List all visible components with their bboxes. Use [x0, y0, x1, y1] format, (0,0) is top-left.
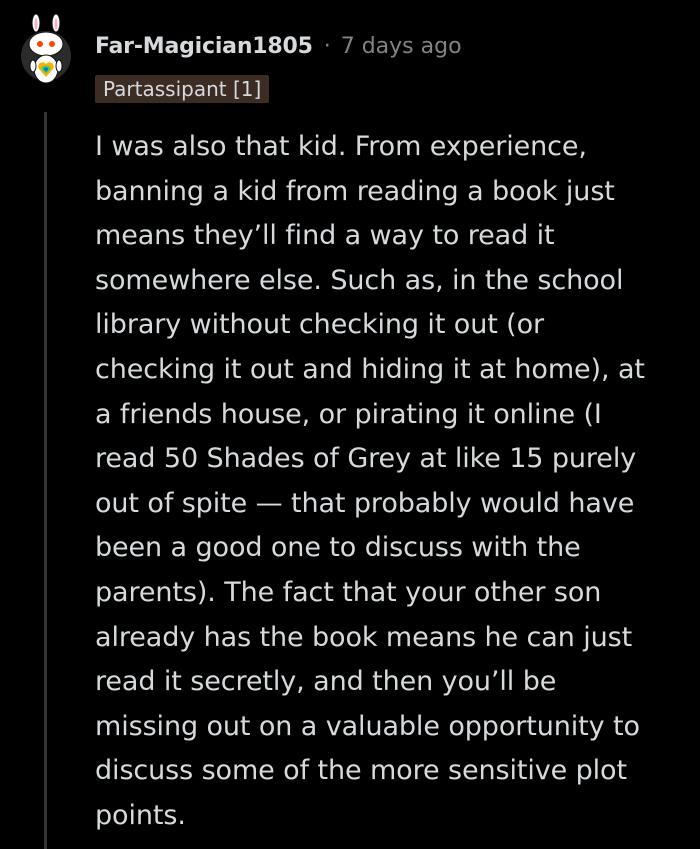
- comment: Far-Magician1805 · 7 days ago Partassipa…: [0, 0, 700, 849]
- comment-line: means they’ll find a way to read it: [95, 220, 555, 252]
- comment-line: already has the book means he can just: [95, 621, 633, 653]
- comment-line: parents). The fact that your other son: [95, 576, 602, 608]
- comment-body: I was also that kid. From experience, ba…: [95, 125, 693, 839]
- snoo-avatar-icon[interactable]: [20, 14, 72, 98]
- user-flair: Partassipant [1]: [95, 75, 270, 103]
- comment-line: a friends house, or pirating it online (…: [95, 398, 602, 430]
- username-link[interactable]: Far-Magician1805: [95, 34, 313, 59]
- comment-meta: Far-Magician1805 · 7 days ago: [95, 30, 462, 62]
- thread-line[interactable]: [44, 112, 47, 849]
- comment-line: I was also that kid. From experience,: [95, 131, 587, 162]
- comment-line: banning a kid from reading a book just: [95, 175, 615, 207]
- comment-line: missing out on a valuable opportunity to: [95, 710, 640, 742]
- meta-separator: ·: [323, 33, 331, 59]
- timestamp-link[interactable]: 7 days ago: [341, 34, 462, 59]
- comment-line: checking it out and hiding it at home), …: [95, 353, 645, 385]
- comment-line: out of spite — that probably would have: [95, 487, 635, 519]
- comment-line: been a good one to discuss with the: [95, 532, 581, 564]
- comment-line: read 50 Shades of Grey at like 15 purely: [95, 443, 637, 475]
- comment-line: somewhere else. Such as, in the school: [95, 264, 624, 296]
- comment-line: points.: [95, 799, 186, 831]
- comment-line: discuss some of the more sensitive plot: [95, 755, 627, 787]
- comment-line: read it secretly, and then you’ll be: [95, 666, 557, 698]
- comment-line: library without checking it out (or: [95, 309, 545, 341]
